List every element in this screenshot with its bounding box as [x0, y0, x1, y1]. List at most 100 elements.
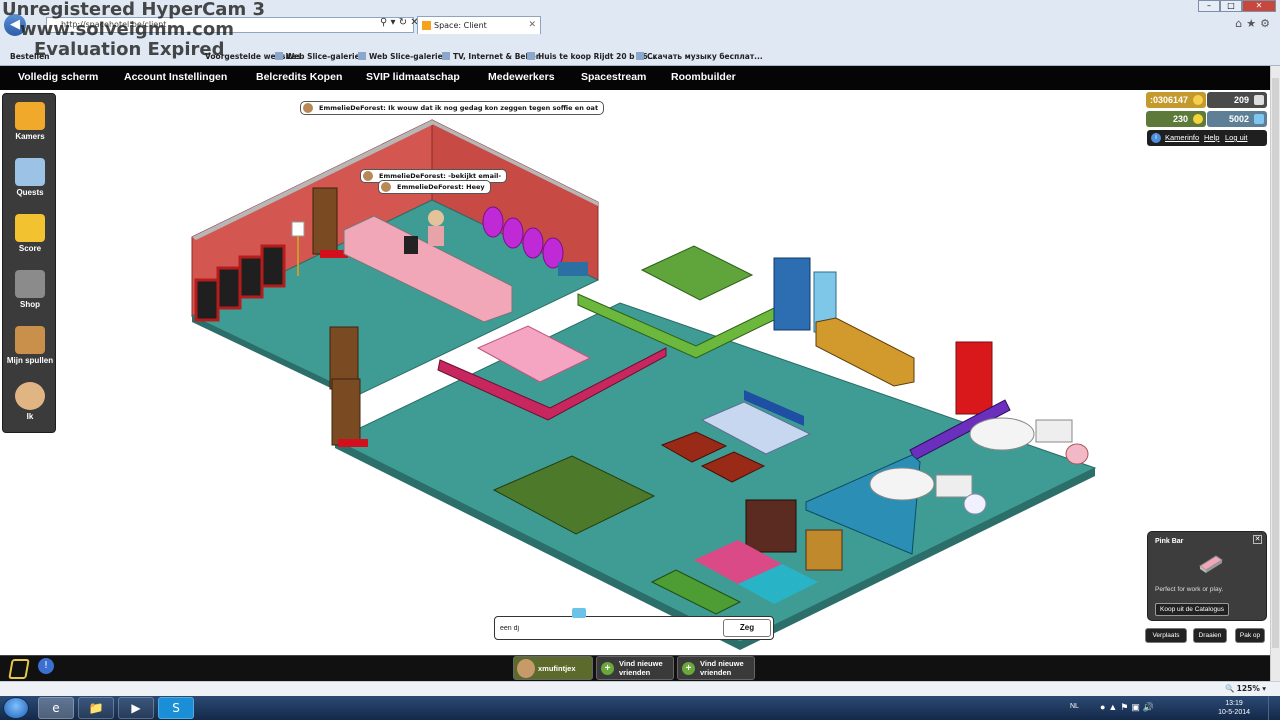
- settings-gear-icon[interactable]: ⚙: [1260, 17, 1274, 30]
- bathtub[interactable]: [869, 467, 935, 501]
- diamonds-display[interactable]: 5002: [1207, 111, 1267, 127]
- say-button[interactable]: Zeg: [723, 619, 771, 637]
- language-indicator[interactable]: NL: [1070, 703, 1079, 710]
- toolbar-label: Mijn spullen: [6, 356, 54, 365]
- floor-lamp[interactable]: [291, 221, 305, 237]
- maximize-button[interactable]: □: [1220, 0, 1242, 12]
- nav-buy-credits[interactable]: Belcredits Kopen: [256, 71, 342, 83]
- toolbar-shop[interactable]: Shop: [3, 266, 57, 316]
- diamonds-value: 5002: [1228, 114, 1249, 124]
- favorites-star-icon[interactable]: ★: [1246, 17, 1260, 30]
- browser-status-bar: 🔍 125% ▾: [0, 681, 1280, 696]
- add-friend-icon: +: [682, 662, 695, 675]
- chat-bubble[interactable]: EmmelieDeForest: Heey: [378, 180, 491, 194]
- nav-roombuilder[interactable]: Roombuilder: [671, 71, 736, 83]
- page-scrollbar[interactable]: [1270, 66, 1280, 681]
- logout-link[interactable]: Log uit: [1225, 130, 1248, 146]
- search-icon[interactable]: ⚲: [380, 17, 387, 28]
- blue-cushion[interactable]: [558, 262, 588, 276]
- find-friends-tile[interactable]: + Vind nieuwe vrienden: [677, 656, 755, 680]
- nav-svip[interactable]: SVIP lidmaatschap: [366, 71, 460, 83]
- door[interactable]: [312, 187, 338, 255]
- diamond-icon: [1254, 114, 1264, 124]
- start-button[interactable]: [3, 697, 29, 719]
- stars-display[interactable]: 230: [1146, 111, 1206, 127]
- sink[interactable]: [1035, 419, 1073, 443]
- close-icon[interactable]: ✕: [1253, 535, 1262, 544]
- minimize-button[interactable]: –: [1198, 0, 1220, 12]
- bubble-avatar-icon: [303, 103, 313, 113]
- pickup-furni-button[interactable]: Pak op: [1235, 628, 1265, 643]
- nav-account-settings[interactable]: Account Instellingen: [124, 71, 227, 83]
- old-tv[interactable]: [805, 529, 843, 571]
- toolbar-quests[interactable]: Quests: [3, 154, 57, 204]
- window-controls: – □ ✕: [1198, 0, 1276, 12]
- portable-toilet[interactable]: [773, 257, 811, 331]
- home-icon[interactable]: ⌂: [1235, 17, 1246, 30]
- toolbar-me[interactable]: Ik: [3, 378, 57, 428]
- computer-monitor[interactable]: [404, 236, 418, 254]
- furni-description: Perfect for work or play.: [1155, 586, 1224, 593]
- favorite-link[interactable]: Web Slice-galerie ▾: [358, 52, 449, 61]
- find-friends-label: Vind nieuwe vrienden: [700, 659, 744, 677]
- move-furni-button[interactable]: Verplaats: [1145, 628, 1187, 643]
- red-phone-booth[interactable]: [955, 341, 993, 415]
- help-link[interactable]: Help: [1204, 130, 1219, 146]
- alert-icon[interactable]: !: [38, 658, 54, 674]
- address-bar[interactable]: http://spacehotel.be/client: [46, 17, 414, 33]
- room-scene[interactable]: [0, 90, 1270, 655]
- chat-bubble[interactable]: EmmelieDeForest: Ik wouw dat ik nog geda…: [300, 101, 605, 115]
- media-player-icon[interactable]: ▶: [118, 697, 154, 719]
- back-icon[interactable]: ◀: [4, 14, 26, 36]
- sink[interactable]: [935, 474, 973, 498]
- clock-date: 10-5-2014: [1218, 709, 1250, 716]
- bathtub[interactable]: [969, 417, 1035, 451]
- credits-display[interactable]: :0306147: [1146, 92, 1206, 108]
- nav-fullscreen[interactable]: Volledig scherm: [18, 71, 98, 83]
- close-window-button[interactable]: ✕: [1242, 0, 1276, 12]
- skype-icon[interactable]: S: [158, 697, 194, 719]
- clock[interactable]: 13:19 10-5-2014: [1218, 699, 1250, 717]
- toilet[interactable]: [1065, 443, 1089, 465]
- buy-from-catalogue-button[interactable]: Koop uit de Catalogus: [1155, 603, 1229, 616]
- tab-close-icon[interactable]: ✕: [528, 17, 536, 34]
- zoom-level[interactable]: 🔍 125% ▾: [1225, 684, 1266, 693]
- toolbar-label: Kamers: [15, 132, 45, 141]
- wardrobe[interactable]: [745, 499, 797, 553]
- toolbar-rooms[interactable]: Kamers: [3, 98, 57, 148]
- favorite-link[interactable]: Web Slice-galerie ▾: [275, 52, 366, 61]
- catalogue-icon[interactable]: [8, 659, 30, 679]
- duckets-icon: [1254, 95, 1264, 105]
- green-beds[interactable]: [640, 245, 754, 301]
- room-info-link[interactable]: Kamerinfo: [1165, 130, 1199, 146]
- favorite-link[interactable]: Скачать музыку бесплат...: [636, 52, 763, 61]
- toilet[interactable]: [963, 493, 987, 515]
- favorite-link[interactable]: Bestellen: [10, 52, 50, 61]
- scrollbar-thumb[interactable]: [1272, 78, 1279, 648]
- inventory-icon: [15, 326, 45, 354]
- friend-tile-self[interactable]: xmufintjex: [513, 656, 593, 680]
- game-viewport[interactable]: Kamers Quests Score Shop Mijn spullen Ik…: [0, 90, 1270, 655]
- show-desktop-button[interactable]: [1268, 696, 1280, 720]
- address-tools: ⚲ ▾ ↻ ✕: [380, 17, 419, 28]
- find-friends-tile[interactable]: + Vind nieuwe vrienden: [596, 656, 674, 680]
- chat-input[interactable]: [500, 621, 720, 635]
- nav-spacestream[interactable]: Spacestream: [581, 71, 646, 83]
- toolbar-label: Ik: [26, 412, 34, 421]
- browser-tab[interactable]: Space: Client ✕: [417, 16, 541, 34]
- game-navigation: Volledig scherm Account Instellingen Bel…: [0, 66, 1270, 90]
- toolbar-score[interactable]: Score: [3, 210, 57, 260]
- nav-staff[interactable]: Medewerkers: [488, 71, 555, 83]
- toolbar-inventory[interactable]: Mijn spullen: [3, 322, 57, 372]
- refresh-icon[interactable]: ↻: [399, 17, 407, 28]
- door[interactable]: [331, 378, 361, 446]
- avatar-emmelie[interactable]: [428, 210, 444, 246]
- rotate-furni-button[interactable]: Draaien: [1193, 628, 1227, 643]
- browser-toolbar-icons: ⌂★⚙: [1235, 17, 1274, 30]
- rooms-icon: [15, 102, 45, 130]
- file-explorer-icon[interactable]: 📁: [78, 697, 114, 719]
- duckets-display[interactable]: 209: [1207, 92, 1267, 108]
- internet-explorer-icon[interactable]: e: [38, 697, 74, 719]
- quests-icon: [15, 158, 45, 186]
- tray-icons[interactable]: ●▲⚑▣🔊: [1100, 702, 1157, 713]
